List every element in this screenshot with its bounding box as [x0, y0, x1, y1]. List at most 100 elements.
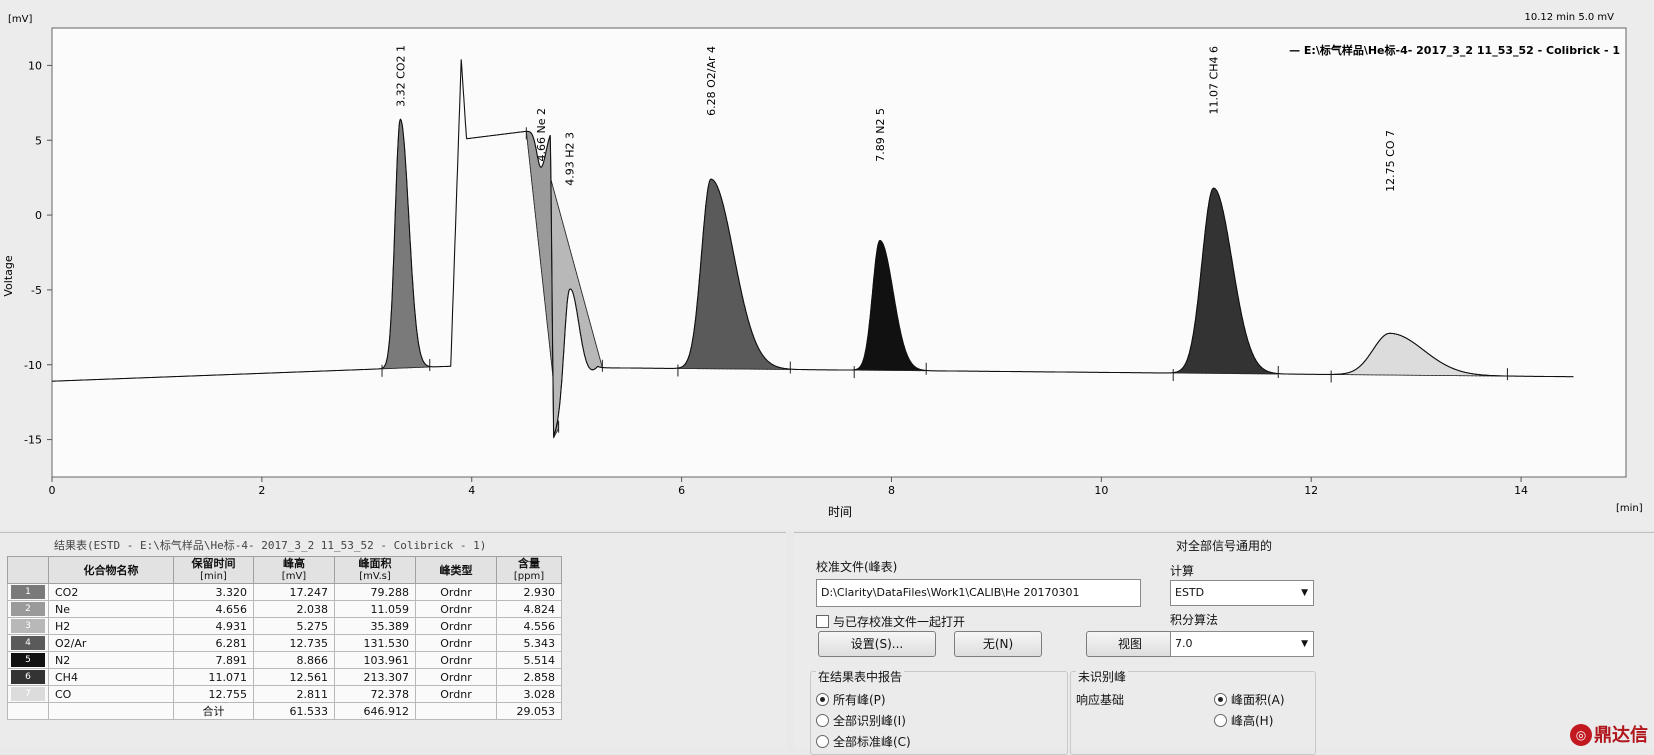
radio-peak-height[interactable]: 峰高(H) — [1214, 712, 1273, 729]
cell-height[interactable]: 2.811 — [253, 685, 335, 703]
table-row[interactable]: 5 N2 7.891 8.866 103.961 Ordnr 5.514 — [7, 651, 562, 669]
chromatogram-chart: 0 2 4 6 8 10 12 14 -15 -10 -5 0 5 10 3.32 CO2 1 4.66 N… — [2, 12, 1643, 519]
cell-rt[interactable]: 4.931 — [173, 617, 254, 635]
cell-rt[interactable]: 6.281 — [173, 634, 254, 652]
cell-amount[interactable]: 2.930 — [496, 583, 562, 601]
cell-type[interactable]: Ordnr — [415, 651, 497, 669]
x-tick-label: 12 — [1304, 484, 1318, 497]
integration-select[interactable]: 7.0 ▼ — [1170, 631, 1314, 657]
results-table-title: 结果表(ESTD - E:\标气样品\He标-4- 2017_3_2 11_53… — [54, 539, 487, 552]
cell-compound[interactable]: Ne — [48, 600, 174, 618]
col-rt[interactable]: 保留时间 [min] — [173, 556, 254, 584]
cell-type[interactable]: Ordnr — [415, 617, 497, 635]
calc-select[interactable]: ESTD ▼ — [1170, 580, 1314, 606]
cell-amount[interactable]: 4.824 — [496, 600, 562, 618]
results-header-row: 化合物名称 保留时间 [min] 峰高 [mV] 峰面积 [mV.s] 峰类型 含量[… — [7, 556, 562, 584]
table-row[interactable]: 1 CO2 3.320 17.247 79.288 Ordnr 2.930 — [7, 583, 562, 601]
setup-button[interactable]: 设置(S)... — [818, 631, 936, 657]
results-table[interactable]: 化合物名称 保留时间 [min] 峰高 [mV] 峰面积 [mV.s] 峰类型 含量[… — [7, 556, 562, 720]
cell-area[interactable]: 131.530 — [334, 634, 416, 652]
cell-amount[interactable]: 3.028 — [496, 685, 562, 703]
cell-height[interactable]: 17.247 — [253, 583, 335, 601]
col-type[interactable]: 峰类型 — [415, 556, 497, 584]
cell-compound[interactable]: CO — [48, 685, 174, 703]
row-index[interactable]: 6 — [7, 668, 49, 686]
radio-identified-peaks[interactable]: 全部识别峰(I) — [816, 712, 906, 729]
table-row[interactable]: 6 CH4 11.071 12.561 213.307 Ordnr 2.858 — [7, 668, 562, 686]
table-row[interactable]: 4 O2/Ar 6.281 12.735 131.530 Ordnr 5.343 — [7, 634, 562, 652]
cell-area[interactable]: 11.059 — [334, 600, 416, 618]
col-amount[interactable]: 含量 [ppm] — [496, 556, 562, 584]
peak-label-2: 4.66 Ne 2 — [535, 108, 548, 161]
table-row[interactable]: 7 CO 12.755 2.811 72.378 Ordnr 3.028 — [7, 685, 562, 703]
cell-type[interactable]: Ordnr — [415, 600, 497, 618]
total-index — [7, 702, 49, 720]
row-color-swatch: 1 — [11, 585, 45, 599]
cell-height[interactable]: 5.275 — [253, 617, 335, 635]
cell-rt[interactable]: 3.320 — [173, 583, 254, 601]
row-index[interactable]: 2 — [7, 600, 49, 618]
cell-area[interactable]: 72.378 — [334, 685, 416, 703]
cell-amount[interactable]: 4.556 — [496, 617, 562, 635]
table-row[interactable]: 2 Ne 4.656 2.038 11.059 Ordnr 4.824 — [7, 600, 562, 618]
cell-rt[interactable]: 12.755 — [173, 685, 254, 703]
cell-height[interactable]: 8.866 — [253, 651, 335, 669]
row-index[interactable]: 7 — [7, 685, 49, 703]
peak-label-5: 7.89 N2 5 — [874, 108, 887, 162]
row-index[interactable]: 5 — [7, 651, 49, 669]
cell-height[interactable]: 12.561 — [253, 668, 335, 686]
cell-type[interactable]: Ordnr — [415, 583, 497, 601]
cell-type[interactable]: Ordnr — [415, 685, 497, 703]
cell-rt[interactable]: 4.656 — [173, 600, 254, 618]
peak-label-3: 4.93 H2 3 — [563, 132, 576, 186]
row-index[interactable]: 3 — [7, 617, 49, 635]
radio-all-peaks[interactable]: 所有峰(P) — [816, 691, 886, 708]
col-compound[interactable]: 化合物名称 — [48, 556, 174, 584]
cell-area[interactable]: 79.288 — [334, 583, 416, 601]
cell-amount[interactable]: 5.343 — [496, 634, 562, 652]
logo-text: 鼎达信 — [1594, 725, 1648, 746]
row-index[interactable]: 4 — [7, 634, 49, 652]
col-type-label: 峰类型 — [439, 563, 473, 577]
total-row: 合计 61.533 646.912 29.053 — [7, 702, 562, 720]
cell-height[interactable]: 12.735 — [253, 634, 335, 652]
cell-compound[interactable]: CO2 — [48, 583, 174, 601]
calibration-pane-title: 对全部信号通用的 — [1175, 539, 1272, 553]
calibration-file-field[interactable]: D:\Clarity\DataFiles\Work1\CALIB\He 2017… — [816, 579, 1141, 607]
cell-area[interactable]: 35.389 — [334, 617, 416, 635]
cell-amount[interactable]: 5.514 — [496, 651, 562, 669]
view-button[interactable]: 视图 — [1086, 631, 1174, 657]
unidentified-group-title: 未识别峰 — [1076, 668, 1129, 685]
radio-standard-peaks[interactable]: 全部标准峰(C) — [816, 733, 911, 750]
cell-compound[interactable]: H2 — [48, 617, 174, 635]
cell-type[interactable]: Ordnr — [415, 634, 497, 652]
cell-type[interactable]: Ordnr — [415, 668, 497, 686]
watermark-logo: ◎ 鼎达信 — [1570, 721, 1648, 747]
response-basis-label: 响应基础 — [1076, 693, 1125, 707]
calibration-pane: 对全部信号通用的 校准文件(峰表) D:\Clarity\DataFiles\W… — [794, 532, 1654, 755]
cell-height[interactable]: 2.038 — [253, 600, 335, 618]
cell-rt[interactable]: 11.071 — [173, 668, 254, 686]
none-button[interactable]: 无(N) — [954, 631, 1042, 657]
cell-compound[interactable]: N2 — [48, 651, 174, 669]
chart-legend: — E:\标气样品\He标-4- 2017_3_2 11_53_52 - Col… — [1289, 43, 1620, 57]
table-row[interactable]: 3 H2 4.931 5.275 35.389 Ordnr 4.556 — [7, 617, 562, 635]
cell-compound[interactable]: CH4 — [48, 668, 174, 686]
open-with-calib-checkbox[interactable]: 与已存校准文件一起打开 — [816, 613, 965, 630]
col-area[interactable]: 峰面积 [mV.s] — [334, 556, 416, 584]
cell-area[interactable]: 213.307 — [334, 668, 416, 686]
x-tick-label: 6 — [678, 484, 685, 497]
cell-compound[interactable]: O2/Ar — [48, 634, 174, 652]
cell-rt[interactable]: 7.891 — [173, 651, 254, 669]
total-height: 61.533 — [253, 702, 335, 720]
col-height[interactable]: 峰高 [mV] — [253, 556, 335, 584]
col-amount-label: 含量 — [518, 557, 540, 570]
total-type — [415, 702, 497, 720]
cell-amount[interactable]: 2.858 — [496, 668, 562, 686]
row-color-swatch: 5 — [11, 653, 45, 667]
col-amount-unit: [ppm] — [513, 571, 545, 582]
row-color-swatch: 2 — [11, 602, 45, 616]
cell-area[interactable]: 103.961 — [334, 651, 416, 669]
row-index[interactable]: 1 — [7, 583, 49, 601]
radio-peak-area[interactable]: 峰面积(A) — [1214, 691, 1285, 708]
